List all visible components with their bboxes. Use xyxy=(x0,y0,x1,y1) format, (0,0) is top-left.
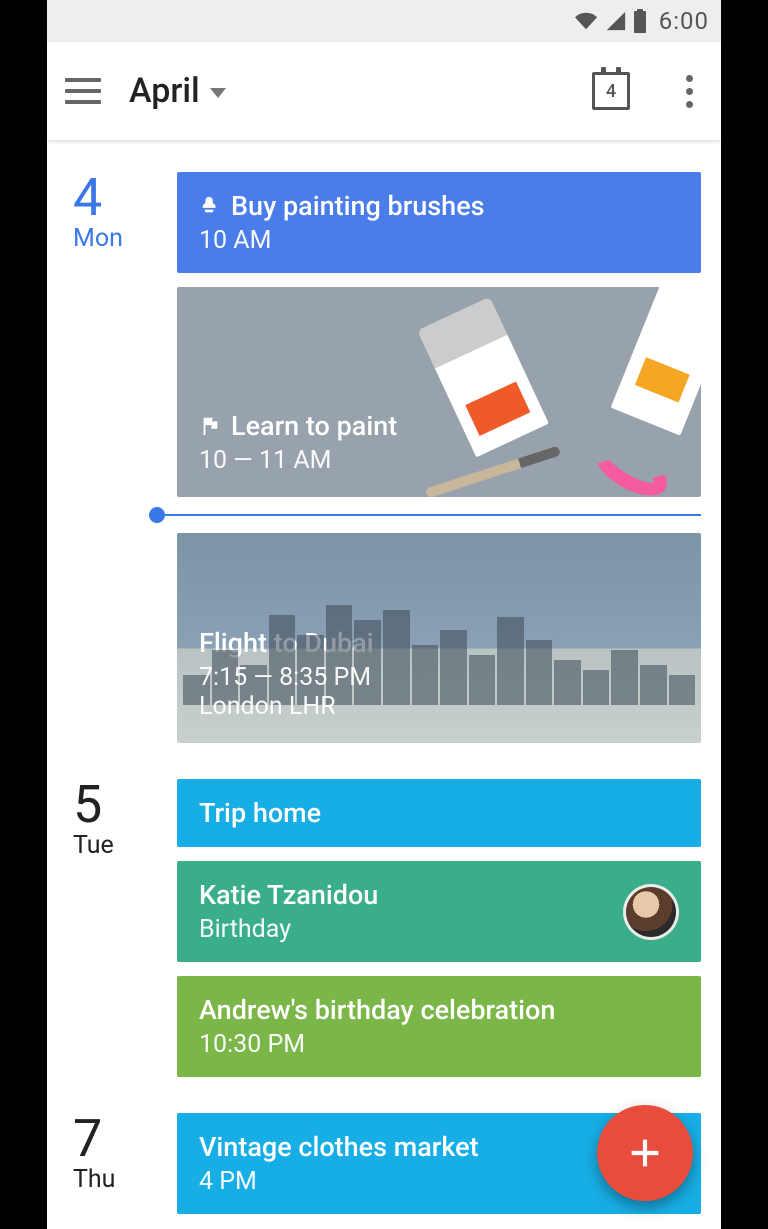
overflow-menu-icon[interactable] xyxy=(676,65,703,118)
event-title: Trip home xyxy=(199,797,321,829)
flag-icon xyxy=(199,415,221,437)
date-number: 4 xyxy=(73,172,157,224)
event-card[interactable]: Katie Tzanidou Birthday xyxy=(177,861,701,962)
event-card[interactable]: Learn to paint 10 — 11 AM xyxy=(177,287,701,497)
wifi-icon xyxy=(573,10,599,32)
today-day-number: 4 xyxy=(606,81,616,102)
event-card[interactable]: Andrew's birthday celebration 10:30 PM xyxy=(177,976,701,1077)
battery-icon xyxy=(633,9,647,33)
app-bar: April 4 xyxy=(47,42,721,140)
menu-icon[interactable] xyxy=(65,73,101,109)
event-time: 10:30 PM xyxy=(199,1030,679,1059)
event-time: 10 AM xyxy=(199,226,679,255)
events-column: Trip home Katie Tzanidou Birthday Andrew's … xyxy=(177,779,701,1077)
cell-signal-icon xyxy=(605,10,627,32)
event-time: 10 — 11 AM xyxy=(199,446,679,475)
date-day-of-week: Thu xyxy=(73,1165,157,1194)
date-column: 4Mon xyxy=(67,172,157,743)
chevron-down-icon xyxy=(210,88,226,98)
event-card[interactable]: Flight to Dubai7:15 — 8:35 PMLondon LHR xyxy=(177,533,701,743)
date-day-of-week: Mon xyxy=(73,224,157,253)
event-location: London LHR xyxy=(199,692,679,721)
date-number: 5 xyxy=(73,779,157,831)
reminder-icon xyxy=(199,195,221,217)
event-title: Katie Tzanidou xyxy=(199,879,378,911)
date-column: 7Thu xyxy=(67,1113,157,1214)
day-block: 4Mon Buy painting brushes 10 AM Learn to pa… xyxy=(67,172,701,743)
event-title: Learn to paint xyxy=(231,410,397,442)
status-bar: 6:00 xyxy=(47,0,721,42)
day-block: 5Tue Trip home Katie Tzanidou Birthday Andre… xyxy=(67,779,701,1077)
events-column: Buy painting brushes 10 AM Learn to paint 1… xyxy=(177,172,701,743)
event-subtitle: Birthday xyxy=(199,915,679,944)
event-time: 7:15 — 8:35 PM xyxy=(199,663,679,692)
event-title: Vintage clothes market xyxy=(199,1131,479,1163)
plus-icon xyxy=(625,1133,665,1173)
date-day-of-week: Tue xyxy=(73,831,157,860)
contact-avatar xyxy=(623,884,679,940)
event-card[interactable]: Trip home xyxy=(177,779,701,847)
today-button[interactable]: 4 xyxy=(592,72,630,110)
event-title: Buy painting brushes xyxy=(231,190,485,222)
status-time: 6:00 xyxy=(659,7,709,35)
date-number: 7 xyxy=(73,1113,157,1165)
month-label: April xyxy=(129,71,200,111)
event-card[interactable]: Buy painting brushes 10 AM xyxy=(177,172,701,273)
event-title: Andrew's birthday celebration xyxy=(199,994,555,1026)
schedule-list[interactable]: 4Mon Buy painting brushes 10 AM Learn to pa… xyxy=(47,140,721,1229)
date-column: 5Tue xyxy=(67,779,157,1077)
month-dropdown[interactable]: April xyxy=(129,71,226,111)
create-event-fab[interactable] xyxy=(597,1105,693,1201)
